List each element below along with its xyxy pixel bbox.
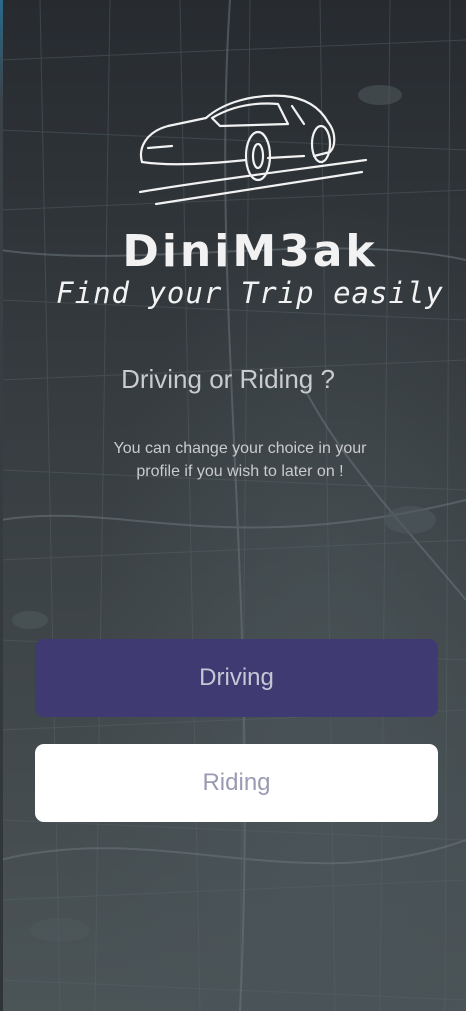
driving-button[interactable]: Driving — [35, 639, 438, 717]
brand-name: DiniM3ak — [122, 226, 378, 277]
window-edge — [0, 0, 3, 1011]
car-icon — [138, 94, 368, 206]
riding-button[interactable]: Riding — [35, 744, 438, 822]
brand-tagline: Find your Trip easily — [56, 276, 444, 310]
role-hint: You can change your choice in your profi… — [113, 440, 367, 480]
choose-role-screen: DiniM3ak Find your Trip easily Driving o… — [0, 0, 466, 1011]
role-question: Driving or Riding ? — [121, 364, 335, 394]
